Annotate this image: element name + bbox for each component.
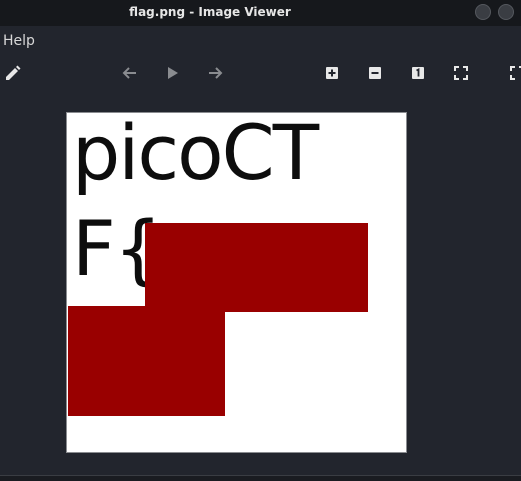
fullscreen-icon[interactable] [508, 64, 521, 82]
close-button[interactable] [498, 4, 514, 20]
title-bar: flag.png - Image Viewer [0, 0, 521, 26]
forward-icon[interactable] [206, 64, 224, 82]
edit-icon[interactable] [4, 64, 22, 82]
redaction-box-top [145, 223, 368, 312]
zoom-out-icon[interactable] [366, 64, 384, 82]
back-icon[interactable] [121, 64, 139, 82]
menu-help[interactable]: Help [3, 33, 35, 49]
redaction-box-bottom [68, 306, 225, 416]
fit-icon[interactable] [452, 64, 470, 82]
status-bar [0, 475, 521, 481]
window-title: flag.png - Image Viewer [129, 5, 291, 19]
zoom-in-icon[interactable] [323, 64, 341, 82]
play-icon[interactable] [164, 64, 182, 82]
flag-text-line1: picoCT [72, 108, 319, 197]
displayed-image: picoCT F{ [67, 113, 406, 452]
minimize-button[interactable] [475, 4, 491, 20]
toolbar [0, 56, 521, 90]
zoom-original-icon[interactable] [409, 64, 427, 82]
menu-bar: Help [0, 26, 521, 56]
